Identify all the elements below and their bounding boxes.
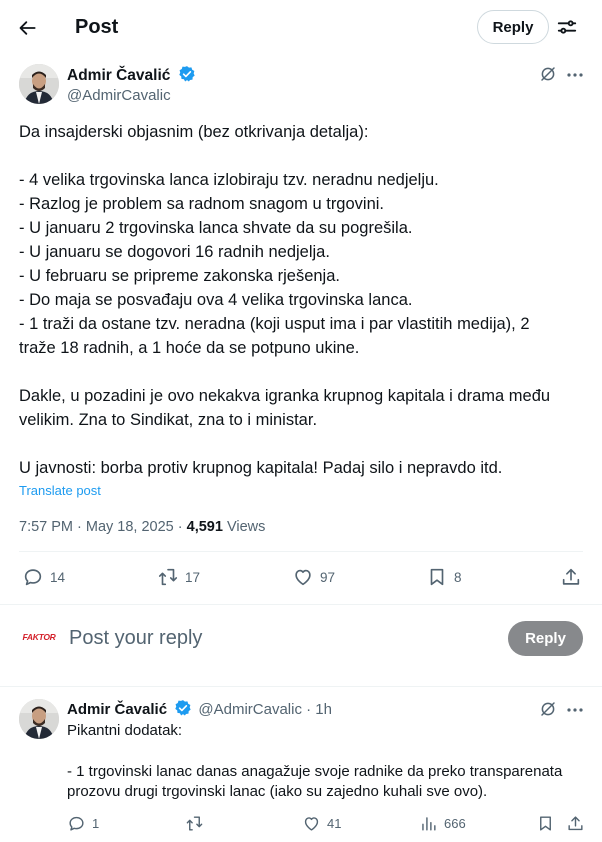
reply-views-count: 666 [444,816,466,831]
reply-more-options-button[interactable] [564,701,586,719]
reply-text-line: - 1 trgovinski lanac danas anagažuje svo… [67,763,563,780]
bookmark-icon [430,568,444,586]
reply-reply-count: 1 [92,816,100,831]
heart-icon [304,817,319,831]
bookmark-action[interactable]: 8 [426,566,462,588]
post-text-line: U javnosti: borba protiv krupnog kapital… [19,459,503,477]
page-title: Post [75,16,119,38]
grok-button[interactable] [539,65,559,85]
divider [19,551,583,552]
author-avatar[interactable] [19,64,59,104]
post-meta: 7:57 PM · May 18, 2025 · 4,591 Views [19,517,265,537]
reply-author-name[interactable]: Admir Čavalić [67,701,167,718]
post-text-line: - U februaru se pripreme zakonska rješen… [19,267,340,285]
settings-button[interactable] [556,16,578,38]
bookmark-icon [540,816,551,831]
reply-text-line: prozovu drugi trgovinski lanac (iako su … [67,783,488,800]
faktor-logo: FAKTOR [22,632,56,642]
reply-like-action[interactable]: 41 [302,814,341,833]
more-icon [567,73,583,77]
avatar-image [19,699,59,739]
views-chart-icon [422,817,436,831]
grok-icon [541,702,555,716]
sliders-icon [557,20,577,34]
share-action[interactable] [560,566,582,588]
repost-count: 17 [185,569,201,585]
share-icon [562,568,580,585]
like-action[interactable]: 97 [292,566,335,588]
grok-icon [541,67,555,81]
reply-grok-button[interactable] [539,700,559,720]
views-count: 4,591 [186,519,223,535]
post-text-line: - 4 velika trgovinska lanca izlobiraju t… [19,171,439,189]
post-text-line: velikim. Zna to Sindikat, zna to i minis… [19,411,318,429]
repost-icon [186,816,203,831]
reply-input[interactable]: Post your reply [69,625,489,653]
reply-input-placeholder: Post your reply [69,627,203,649]
back-button[interactable] [14,14,42,42]
repost-icon [158,568,178,586]
header-reply-button[interactable]: Reply [477,10,549,44]
reply-share-action[interactable] [566,814,585,833]
post-text-line: - 1 traži da ostane tzv. neradna (koji u… [19,315,530,333]
author-handle[interactable]: @AdmirCavalic [67,86,171,106]
arrow-left-icon [19,21,36,35]
reply-submit-button[interactable]: Reply [508,621,583,656]
reply-header: Admir Čavalić @AdmirCavalic · 1h [67,699,332,720]
bookmark-count: 8 [454,569,462,585]
post-text-line: - U januaru 2 trgovinska lanca shvate da… [19,219,413,237]
more-icon [567,708,583,712]
author-name-text: Admir Čavalić [67,67,171,84]
views-label: Views [222,519,266,535]
composer-avatar: FAKTOR [19,621,59,653]
reply-author-avatar[interactable] [19,699,59,739]
post-text-line: Da insajderski objasnim (bez otkrivanja … [19,123,369,141]
post-text-line: - U januaru se dogovori 16 radnih nedjel… [19,243,330,261]
heart-icon [295,569,311,586]
repost-action[interactable]: 17 [157,566,200,588]
post-text-line: Dakle, u pozadini je ovo nekakva igranka… [19,387,551,405]
reply-like-count: 41 [327,816,342,831]
post-text-line: traže 18 radnih, a 1 hoće da se potpuno … [19,339,360,357]
share-icon [568,816,583,831]
reply-reply-action[interactable]: 1 [67,814,99,833]
reply-bookmark-action[interactable] [536,814,555,833]
translate-post-link[interactable]: Translate post [19,482,101,499]
post-timestamp[interactable]: 7:57 PM · May 18, 2025 · [19,519,187,535]
verified-badge-icon [178,66,195,82]
verified-badge-icon [175,700,191,716]
author-name[interactable]: Admir Čavalić [67,65,196,86]
reply-views-action[interactable]: 666 [419,814,466,833]
divider [0,686,602,687]
reply-handle-time[interactable]: @AdmirCavalic · 1h [198,701,332,718]
reply-repost-action[interactable] [185,814,204,833]
reply-text-line: Pikantni dodatak: [67,722,183,739]
comment-icon [24,569,42,586]
post-text-line: - Do maja se posvađaju ova 4 velika trgo… [19,291,413,309]
divider [0,604,602,605]
comment-icon [69,816,84,831]
post-text-line: - Razlog je problem sa radnom snagom u t… [19,195,385,213]
avatar-image [19,64,59,104]
reply-action[interactable]: 14 [22,566,65,588]
reply-count: 14 [50,569,66,585]
more-options-button[interactable] [564,66,586,84]
like-count: 97 [320,569,336,585]
